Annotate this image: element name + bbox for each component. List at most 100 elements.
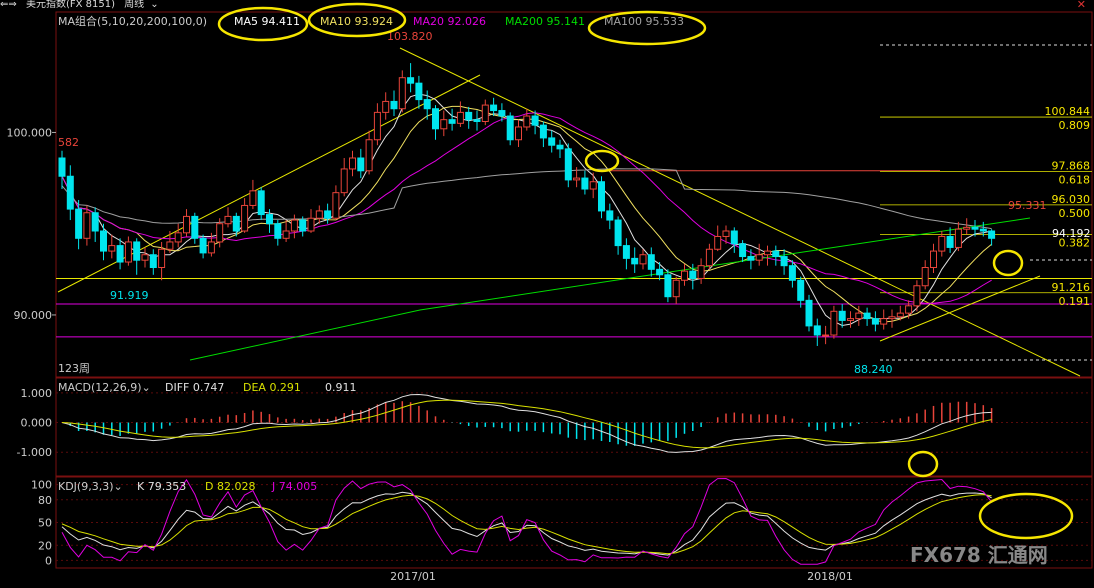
macd-legend-value: 0.911 [325, 381, 357, 394]
candle-body [598, 181, 605, 212]
kdj-y-tick: 50 [38, 517, 52, 530]
candle-body [257, 190, 265, 216]
candle-body [539, 124, 547, 139]
candle-body [207, 241, 215, 254]
candle-body [382, 100, 390, 113]
candle-body [697, 265, 705, 279]
fib-ratio-label: 0.191 [1059, 295, 1091, 308]
candle-body [133, 241, 141, 261]
candle-body [581, 177, 589, 190]
candle-body [365, 139, 373, 172]
highlight-ellipse [978, 492, 1074, 540]
candle-body [913, 285, 921, 307]
candle-body [880, 318, 888, 325]
ma-legend-title: MA组合(5,10,20,200,100,0) [58, 14, 207, 28]
macd-legend-title: MACD(12,26,9)⌄ [58, 381, 151, 394]
candle-body [398, 77, 406, 110]
candle-body [523, 115, 531, 128]
candle-body [531, 115, 539, 126]
fib-ratio-label: 0.809 [1059, 119, 1091, 132]
candle-body [299, 219, 307, 232]
candle-body [747, 256, 755, 261]
candle-body [432, 108, 439, 130]
ma200-line [189, 217, 1031, 361]
watermark: FX678 汇通网 [910, 543, 1048, 567]
fib-ratio-label: 0.500 [1059, 207, 1091, 220]
ma10-line [61, 105, 992, 323]
fib-price-label: 100.844 [1045, 105, 1091, 118]
candle-body [722, 230, 730, 237]
candle-body [797, 279, 805, 301]
candle-body [232, 215, 240, 232]
candle-body [324, 210, 332, 219]
fib-price-label: 97.868 [1052, 159, 1091, 172]
candle-body [564, 148, 572, 181]
trendline-down [399, 47, 1081, 377]
candle-body [340, 168, 348, 194]
candle-body [589, 181, 597, 190]
candle-body [490, 104, 498, 112]
panel-frame [55, 11, 1093, 378]
highlight-ellipse [907, 450, 939, 478]
candle-body [166, 241, 174, 250]
candle-body [930, 250, 937, 268]
candle-body [988, 230, 996, 239]
candle-body [714, 235, 722, 250]
kdj-y-tick: 20 [38, 539, 52, 552]
period-count-label: 123周 [58, 362, 90, 375]
candle-body [905, 305, 913, 314]
candle-body [946, 235, 954, 248]
candle-body [896, 312, 904, 318]
candle-body [290, 219, 298, 232]
candle-body [606, 210, 614, 221]
candle-body [647, 254, 655, 270]
overlay-lines [56, 44, 1092, 377]
macd-y-tick: -1.000 [17, 446, 52, 459]
kdj-legend-k: K 79.353 [137, 480, 186, 493]
low-label-left: 91.919 [110, 289, 149, 302]
candle-body [390, 100, 398, 110]
candle-body [573, 177, 581, 181]
kdj-legend-j: J 74.005 [271, 480, 317, 493]
left-value-label: 582 [58, 136, 79, 149]
low-label-right: 88.240 [854, 363, 893, 376]
candle-body [224, 215, 232, 225]
candle-body [465, 111, 473, 121]
candle-body [755, 254, 763, 261]
candle-body [556, 144, 564, 150]
candle-body [315, 210, 323, 219]
candle-body [788, 265, 796, 281]
candle-body [349, 157, 356, 170]
candle-body [979, 228, 987, 232]
candle-body [805, 299, 813, 327]
candle-body [191, 215, 199, 239]
candle-body [266, 214, 273, 225]
candle-body [141, 254, 149, 261]
macd-y-tick: 0.000 [21, 417, 53, 430]
candle-body [631, 257, 639, 265]
trendline-short [879, 275, 1041, 342]
candle-body [938, 235, 946, 252]
candle-body [357, 157, 365, 172]
candle-body [506, 115, 514, 141]
candle-body [614, 219, 622, 247]
candle-body [66, 175, 74, 210]
candle-body [730, 230, 738, 245]
candle-body [622, 245, 630, 259]
candle-body [116, 245, 124, 263]
candle-body [91, 212, 99, 232]
candle-body [871, 318, 879, 325]
candle-body [664, 274, 672, 298]
candle-body [498, 110, 506, 117]
indicator-lines [61, 393, 993, 565]
kdj-y-tick: 100 [31, 479, 52, 492]
candle-body [199, 237, 207, 254]
y-tick-label: 100.000 [7, 126, 53, 139]
candle-body [863, 312, 871, 320]
candle-body [515, 126, 522, 141]
ma100-line [61, 168, 992, 230]
candle-body [481, 104, 489, 122]
current-price-label: 94.192 [1052, 227, 1091, 240]
candle-body [100, 230, 107, 252]
candle-body [971, 226, 979, 230]
